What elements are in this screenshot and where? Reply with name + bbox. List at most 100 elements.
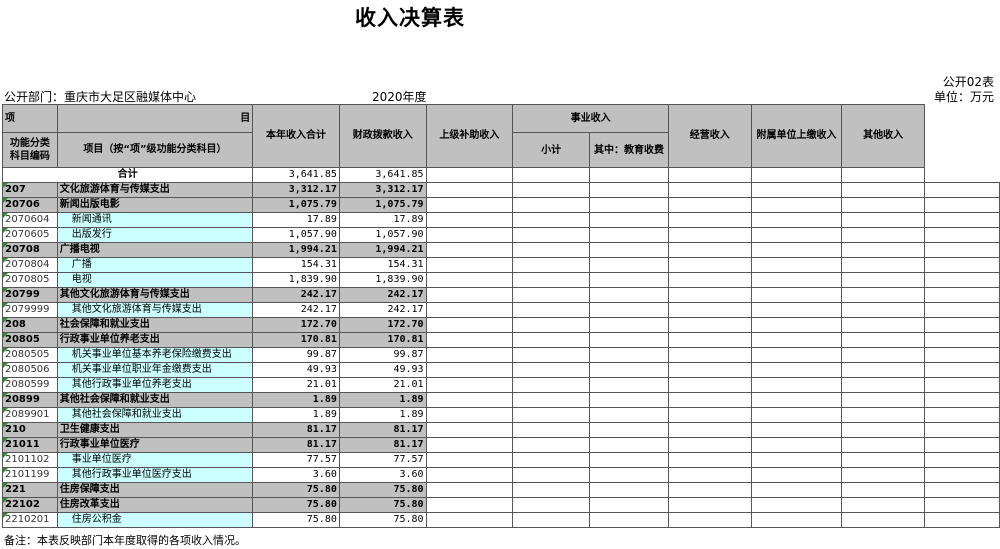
empty-cell bbox=[425, 377, 514, 393]
row-code: 2070805 bbox=[2, 272, 58, 288]
cell-marker-icon bbox=[3, 423, 8, 428]
empty-cell bbox=[924, 407, 1000, 423]
empty-cell bbox=[512, 422, 591, 438]
table-row: 2070805 电视 1,839.90 1,839.90 bbox=[2, 272, 1000, 288]
row-code: 20708 bbox=[2, 242, 58, 258]
row-fiscal: 75.80 bbox=[338, 497, 427, 513]
row-fiscal: 21.01 bbox=[338, 377, 427, 393]
empty-cell bbox=[841, 347, 926, 363]
row-code: 207 bbox=[2, 182, 58, 198]
cell-marker-icon bbox=[3, 273, 8, 278]
row-fiscal: 3.60 bbox=[338, 467, 427, 483]
empty-cell bbox=[667, 317, 752, 333]
empty-cell bbox=[750, 482, 843, 498]
row-code-text: 2101199 bbox=[5, 469, 50, 480]
empty-cell bbox=[750, 497, 843, 513]
table-row: 2070604 新闻通讯 17.89 17.89 bbox=[2, 212, 1000, 228]
empty-cell bbox=[924, 347, 1000, 363]
row-amount: 75.80 bbox=[252, 482, 340, 498]
empty-cell bbox=[841, 332, 926, 348]
empty-cell bbox=[512, 392, 591, 408]
row-name: 机关事业单位基本养老保险缴费支出 bbox=[56, 347, 254, 363]
empty-cell bbox=[667, 347, 752, 363]
empty-cell bbox=[750, 347, 843, 363]
empty-cell bbox=[589, 407, 669, 423]
table-row: 2070605 出版发行 1,057.90 1,057.90 bbox=[2, 227, 1000, 243]
empty-cell bbox=[667, 197, 752, 213]
row-code: 2070604 bbox=[2, 212, 58, 228]
table-row: 210 卫生健康支出 81.17 81.17 bbox=[2, 422, 1000, 438]
empty-cell bbox=[425, 422, 514, 438]
empty-cell bbox=[512, 452, 591, 468]
row-code-text: 22102 bbox=[5, 499, 40, 510]
row-fiscal: 99.87 bbox=[338, 347, 427, 363]
empty-cell bbox=[924, 197, 1000, 213]
empty-cell bbox=[425, 257, 514, 273]
cell-marker-icon bbox=[3, 348, 8, 353]
empty-cell bbox=[924, 452, 1000, 468]
row-amount: 99.87 bbox=[252, 347, 340, 363]
row-code: 20899 bbox=[2, 392, 58, 408]
empty-cell bbox=[750, 182, 843, 198]
empty-cell bbox=[425, 287, 514, 303]
empty-cell bbox=[667, 332, 752, 348]
cell-marker-icon bbox=[3, 453, 8, 458]
row-code: 2080599 bbox=[2, 377, 58, 393]
empty-cell bbox=[512, 467, 591, 483]
empty-cell bbox=[589, 377, 669, 393]
row-fiscal: 81.17 bbox=[338, 422, 427, 438]
row-amount: 77.57 bbox=[252, 452, 340, 468]
row-name: 其他行政事业单位养老支出 bbox=[56, 377, 254, 393]
empty-cell bbox=[924, 422, 1000, 438]
empty-cell bbox=[841, 212, 926, 228]
cell-marker-icon bbox=[3, 183, 8, 188]
row-code: 21011 bbox=[2, 437, 58, 453]
empty-cell bbox=[512, 437, 591, 453]
row-amount: 49.93 bbox=[252, 362, 340, 378]
empty-cell bbox=[924, 272, 1000, 288]
empty-cell bbox=[589, 467, 669, 483]
header-other: 其他收入 bbox=[841, 104, 926, 168]
cell-marker-icon bbox=[3, 303, 8, 308]
row-code: 2070605 bbox=[2, 227, 58, 243]
empty-cell bbox=[841, 437, 926, 453]
empty-cell bbox=[667, 167, 752, 183]
row-amount: 75.80 bbox=[252, 512, 340, 528]
row-fiscal: 242.17 bbox=[338, 287, 427, 303]
table-row: 2080505 机关事业单位基本养老保险缴费支出 99.87 99.87 bbox=[2, 347, 1000, 363]
header-affiliated: 附属单位上缴收入 bbox=[750, 104, 843, 168]
row-fiscal: 75.80 bbox=[338, 512, 427, 528]
empty-cell bbox=[425, 317, 514, 333]
table-row: 2101102 事业单位医疗 77.57 77.57 bbox=[2, 452, 1000, 468]
row-name: 新闻通讯 bbox=[56, 212, 254, 228]
table-row: 221 住房保障支出 75.80 75.80 bbox=[2, 482, 1000, 498]
empty-cell bbox=[924, 467, 1000, 483]
empty-cell bbox=[512, 347, 591, 363]
empty-cell bbox=[512, 512, 591, 528]
row-name: 住房公积金 bbox=[56, 512, 254, 528]
header-code: 功能分类科目编码 bbox=[2, 132, 58, 168]
row-amount: 81.17 bbox=[252, 422, 340, 438]
empty-cell bbox=[512, 167, 591, 183]
empty-cell bbox=[512, 287, 591, 303]
empty-cell bbox=[924, 242, 1000, 258]
cell-marker-icon bbox=[3, 468, 8, 473]
empty-cell bbox=[425, 392, 514, 408]
empty-cell bbox=[841, 182, 926, 198]
empty-cell bbox=[750, 362, 843, 378]
row-name: 社会保障和就业支出 bbox=[56, 317, 254, 333]
empty-cell bbox=[667, 182, 752, 198]
row-amount: 21.01 bbox=[252, 377, 340, 393]
table-row: 22102 住房改革支出 75.80 75.80 bbox=[2, 497, 1000, 513]
cell-marker-icon bbox=[3, 498, 8, 503]
empty-cell bbox=[667, 362, 752, 378]
empty-cell bbox=[512, 482, 591, 498]
empty-cell bbox=[841, 512, 926, 528]
cell-marker-icon bbox=[3, 408, 8, 413]
empty-cell bbox=[924, 302, 1000, 318]
empty-cell bbox=[589, 287, 669, 303]
row-code-text: 221 bbox=[5, 484, 26, 495]
total-fiscal: 3,641.85 bbox=[338, 167, 427, 183]
empty-cell bbox=[841, 167, 926, 183]
empty-cell bbox=[750, 437, 843, 453]
